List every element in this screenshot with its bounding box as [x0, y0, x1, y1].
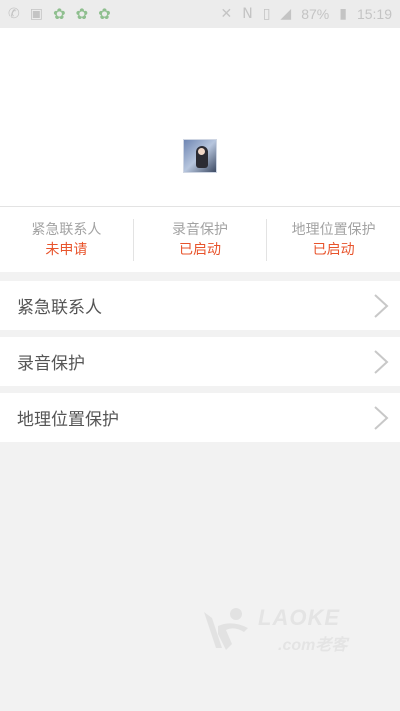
- laoke-watermark: LAOKE .com老客: [198, 604, 347, 656]
- battery-icon: ▮: [339, 6, 347, 22]
- menu-item-recording-protection[interactable]: 录音保护: [0, 337, 400, 386]
- menu-item-label: 录音保护: [17, 354, 85, 374]
- app-icon: ✿: [98, 4, 111, 23]
- status-bar: ✆ ▣ ✿ ✿ ✿ ✕ N ▯ ◢ 87% ▮ 15:19: [0, 0, 400, 28]
- chevron-right-icon: [374, 349, 389, 374]
- summary-location-protection[interactable]: 地理位置保护 已启动: [267, 219, 400, 261]
- summary-label: 录音保护: [172, 221, 228, 238]
- app-icon: ✿: [52, 4, 66, 23]
- summary-label: 紧急联系人: [31, 221, 102, 238]
- summary-recording-protection[interactable]: 录音保护 已启动: [134, 218, 268, 261]
- avatar[interactable]: [183, 139, 217, 173]
- chevron-right-icon: [374, 293, 389, 318]
- menu-item-label: 地理位置保护: [17, 410, 119, 430]
- whatsapp-icon: ✆: [8, 6, 20, 22]
- image-icon: ▣: [29, 6, 43, 22]
- clock-time: 15:19: [356, 6, 392, 22]
- menu-item-label: 紧急联系人: [17, 298, 102, 318]
- profile-header: [0, 28, 400, 206]
- laoke-logo-icon: [204, 608, 248, 650]
- watermark-sub-text: .com老客: [278, 637, 348, 654]
- row-divider: [0, 330, 400, 337]
- nfc-icon: N: [242, 6, 253, 22]
- signal-icon: ◢: [280, 6, 292, 22]
- avatar-face: [198, 148, 205, 155]
- menu-item-emergency-contact[interactable]: 紧急联系人: [0, 281, 400, 330]
- watermark-main-text: LAOKE: [258, 605, 340, 630]
- battery-percent: 87%: [301, 6, 330, 22]
- mute-icon: ✕: [220, 6, 233, 22]
- app-icon: ✿: [75, 4, 89, 23]
- row-divider: [0, 386, 400, 393]
- chevron-right-icon: [374, 405, 389, 430]
- vibrate-icon: ▯: [262, 6, 271, 22]
- summary-label: 地理位置保护: [291, 221, 376, 238]
- menu-item-location-protection[interactable]: 地理位置保护: [0, 393, 400, 442]
- summary-status: 未申请: [45, 241, 88, 258]
- summary-status: 已启动: [179, 241, 221, 258]
- summary-status: 已启动: [312, 241, 355, 258]
- protection-summary: 紧急联系人 未申请 录音保护 已启动 地理位置保护 已启动: [0, 206, 400, 272]
- summary-emergency-contact[interactable]: 紧急联系人 未申请: [0, 218, 134, 261]
